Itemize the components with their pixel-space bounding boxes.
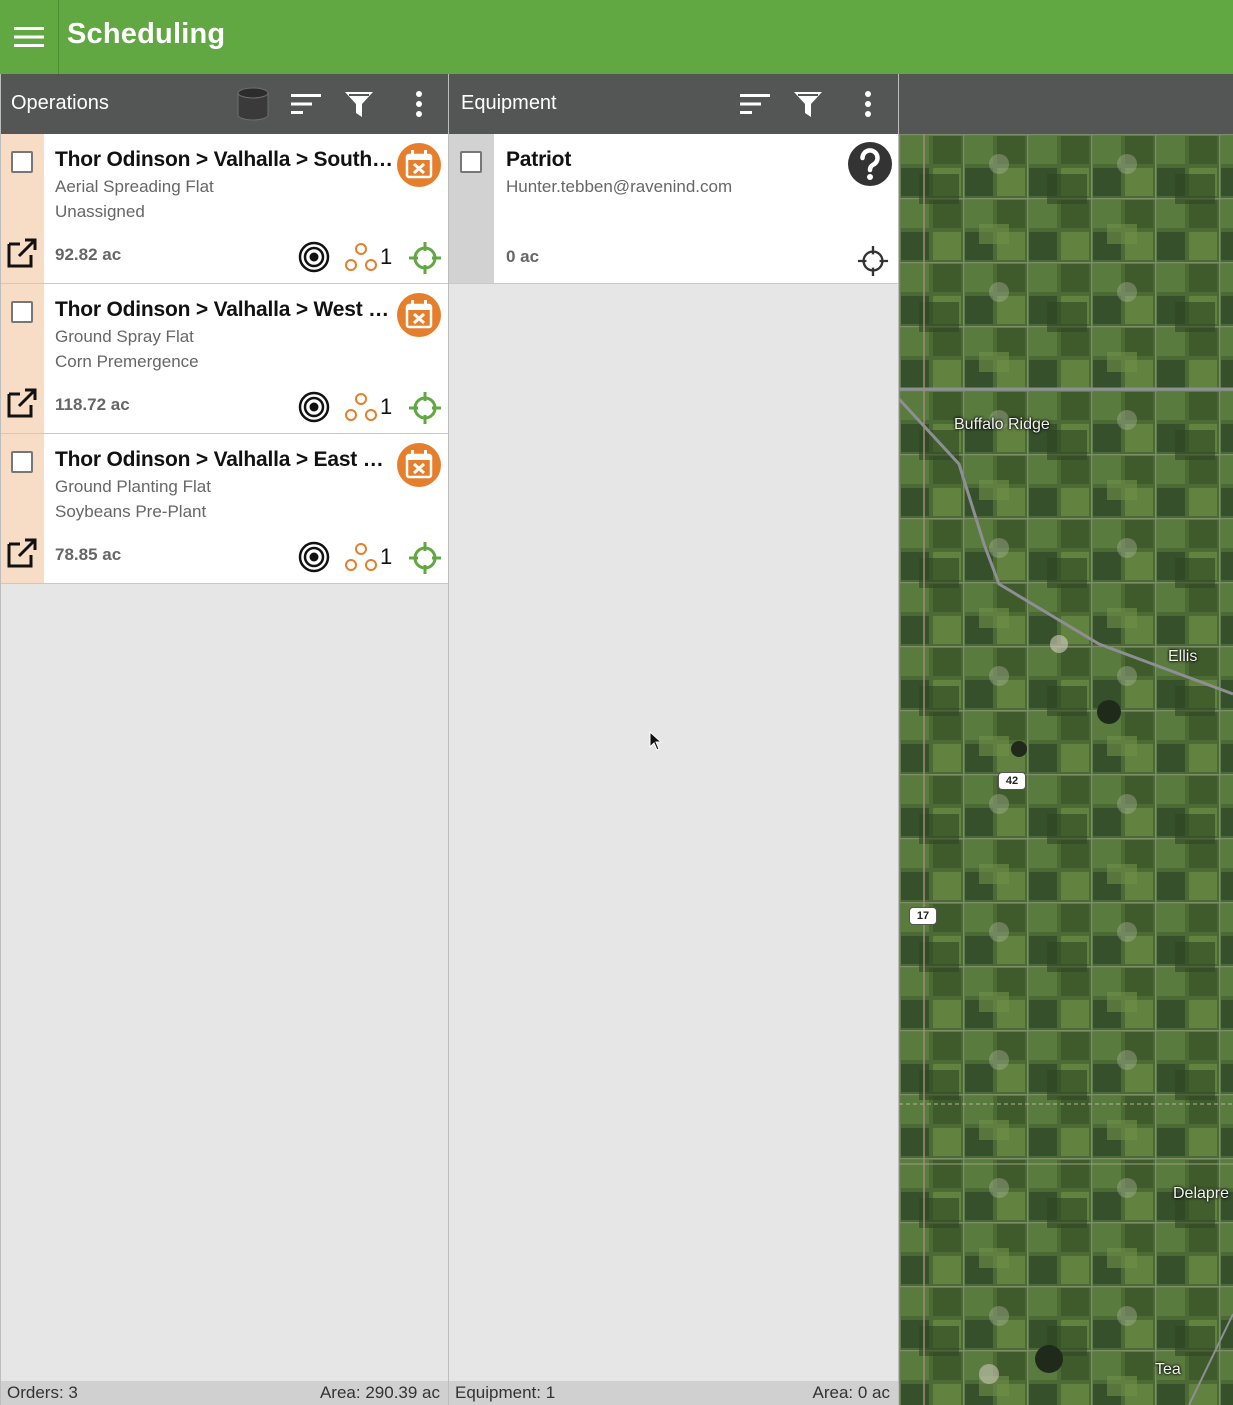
map-header <box>899 74 1233 134</box>
people-group-icon <box>345 243 377 271</box>
sort-icon <box>291 94 321 114</box>
equipment-name: Patriot <box>506 148 572 171</box>
open-external-icon[interactable] <box>6 237 38 269</box>
map-label: Delapre <box>1173 1185 1230 1202</box>
operation-area: 92.82 ac <box>55 245 122 264</box>
operation-title: Thor Odinson > Valhalla > South Field <box>55 148 395 171</box>
people-count: 1 <box>380 544 393 569</box>
equipment-total-area: Area: 0 ac <box>812 1383 891 1402</box>
hamburger-menu-icon <box>14 27 44 47</box>
operation-title: Thor Odinson > Valhalla > West Field <box>55 298 395 321</box>
map-label: Ellis <box>1168 648 1198 665</box>
equipment-checkbox[interactable] <box>460 151 482 173</box>
sort-button[interactable] <box>288 86 324 122</box>
database-button[interactable] <box>235 86 271 122</box>
sort-button[interactable] <box>737 86 773 122</box>
app-bar: Scheduling <box>0 0 1233 74</box>
equipment-header: Equipment <box>449 74 898 134</box>
menu-button[interactable] <box>0 0 59 74</box>
map-label: Buffalo Ridge <box>954 416 1050 433</box>
target-icon <box>298 541 330 573</box>
operation-checkbox[interactable] <box>11 151 33 173</box>
equipment-footer: Equipment: 1 Area: 0 ac <box>449 1381 898 1405</box>
locate-on-map-icon[interactable] <box>408 391 442 425</box>
target-icon <box>298 391 330 423</box>
filter-icon <box>794 92 822 117</box>
operation-title: Thor Odinson > Valhalla > East Field <box>55 448 395 471</box>
operations-title: Operations <box>11 92 109 114</box>
operation-detail: Unassigned <box>55 202 145 221</box>
people-group-icon <box>345 393 377 421</box>
more-vert-icon <box>865 91 871 117</box>
more-options-button[interactable] <box>850 86 886 122</box>
filter-button[interactable] <box>790 86 826 122</box>
sort-icon <box>740 94 770 114</box>
satellite-map[interactable] <box>899 134 1233 1405</box>
unschedule-calendar-icon[interactable] <box>396 442 442 488</box>
mouse-cursor-icon <box>649 731 663 751</box>
orders-total-area: Area: 290.39 ac <box>319 1383 440 1402</box>
operation-checkbox[interactable] <box>11 301 33 323</box>
operation-type: Aerial Spreading Flat <box>55 177 214 196</box>
operation-area: 78.85 ac <box>55 545 122 564</box>
operation-type: Ground Planting Flat <box>55 477 211 496</box>
filter-icon <box>345 92 373 117</box>
people-count: 1 <box>380 394 393 419</box>
map-label: Tea <box>1155 1361 1181 1378</box>
open-external-icon[interactable] <box>6 387 38 419</box>
target-icon <box>298 241 330 273</box>
operation-area: 118.72 ac <box>55 395 130 414</box>
open-external-icon[interactable] <box>6 537 38 569</box>
operation-card[interactable]: Thor Odinson > Valhalla > South Field Ae… <box>1 134 448 284</box>
page-title: Scheduling <box>67 18 226 50</box>
equipment-user: Hunter.tebben@ravenind.com <box>506 177 733 196</box>
database-icon <box>237 87 269 121</box>
operation-card[interactable]: Thor Odinson > Valhalla > West Field Gro… <box>1 284 448 434</box>
more-vert-icon <box>416 91 422 117</box>
locate-on-map-icon[interactable] <box>857 245 889 277</box>
route-shield: 17 <box>909 907 937 925</box>
help-icon[interactable] <box>847 141 893 187</box>
operation-type: Ground Spray Flat <box>55 327 194 346</box>
more-options-button[interactable] <box>401 86 437 122</box>
orders-count: Orders: 3 <box>7 1383 78 1402</box>
equipment-area: 0 ac <box>506 247 540 266</box>
locate-on-map-icon[interactable] <box>408 241 442 275</box>
operation-card[interactable]: Thor Odinson > Valhalla > East Field Gro… <box>1 434 448 584</box>
operation-detail: Corn Premergence <box>55 352 199 371</box>
map-view[interactable]: Buffalo Ridge Ellis Delapre Tea 42 17 <box>899 74 1233 1405</box>
locate-on-map-icon[interactable] <box>408 541 442 575</box>
operation-checkbox[interactable] <box>11 451 33 473</box>
operation-detail: Soybeans Pre-Plant <box>55 502 207 521</box>
equipment-card[interactable]: Patriot Hunter.tebben@ravenind.com 0 ac <box>449 134 898 284</box>
unschedule-calendar-icon[interactable] <box>396 292 442 338</box>
people-count: 1 <box>380 244 393 269</box>
equipment-count: Equipment: 1 <box>455 1383 556 1402</box>
route-shield: 42 <box>998 772 1026 790</box>
unschedule-calendar-icon[interactable] <box>396 142 442 188</box>
people-group-icon <box>345 543 377 571</box>
equipment-panel: Equipment Patriot Hunter.tebben@ravenind… <box>449 74 899 1405</box>
filter-button[interactable] <box>341 86 377 122</box>
operations-header: Operations <box>1 74 448 134</box>
operations-panel: Operations Thor Odinson > Valhalla > Sou… <box>0 74 449 1405</box>
equipment-title: Equipment <box>461 92 557 114</box>
operations-footer: Orders: 3 Area: 290.39 ac <box>1 1381 448 1405</box>
